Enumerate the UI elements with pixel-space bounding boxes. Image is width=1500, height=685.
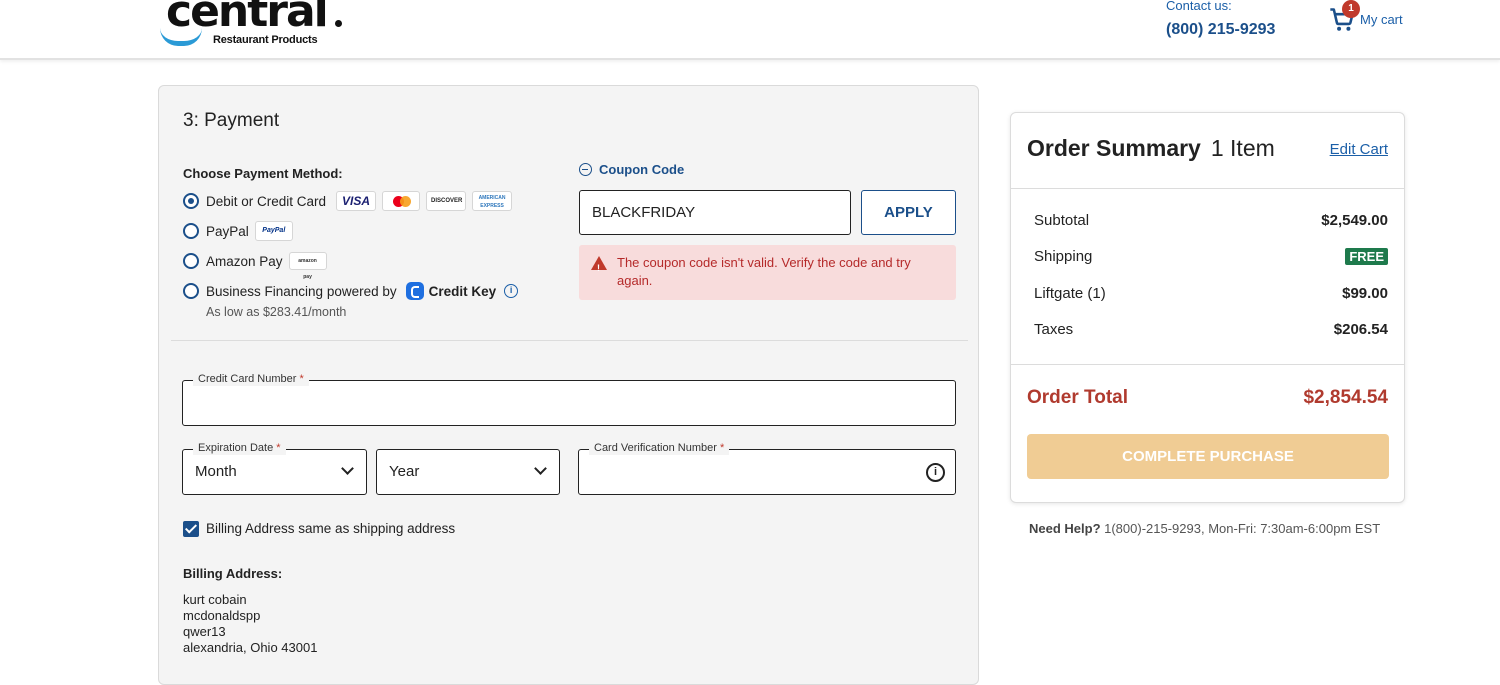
summary-divider <box>1011 188 1404 189</box>
payment-method-financing[interactable]: Business Financing powered by Credit Key… <box>183 281 519 301</box>
edit-cart-link[interactable]: Edit Cart <box>1330 141 1388 158</box>
coupon-code-input[interactable] <box>579 190 851 235</box>
central-logo[interactable]: central Restaurant Products <box>160 0 345 50</box>
summary-row-value: $99.00 <box>1342 285 1388 302</box>
chevron-down-icon <box>534 462 547 475</box>
card-verification-number-field[interactable]: Card Verification Number * i <box>578 441 956 495</box>
summary-row-label: Shipping <box>1034 248 1093 265</box>
site-header: central Restaurant Products Contact us: … <box>0 0 1500 60</box>
my-cart-button[interactable]: 1 My cart <box>1328 0 1418 38</box>
payment-method-heading: Choose Payment Method: <box>183 166 343 181</box>
apply-coupon-button[interactable]: APPLY <box>861 190 956 235</box>
payment-method-label: Amazon Pay <box>206 253 283 269</box>
logo-swoosh <box>160 28 202 46</box>
billing-address-line: qwer13 <box>183 624 226 639</box>
payment-step-title: 3: Payment <box>183 110 280 131</box>
summary-row-liftgate: Liftgate (1) $99.00 <box>1034 285 1388 305</box>
summary-divider <box>1011 364 1404 365</box>
credit-key-logo-icon <box>405 282 424 300</box>
chevron-down-icon <box>341 462 354 475</box>
item-count: 1 Item <box>1210 135 1275 161</box>
billing-same-checkbox[interactable] <box>183 521 199 537</box>
paypal-logo-icon: PayPal <box>254 221 293 241</box>
order-total-value: $2,854.54 <box>1303 387 1388 408</box>
radio-unselected-icon[interactable] <box>183 253 199 269</box>
billing-address-line: kurt cobain <box>183 592 247 607</box>
payment-method-paypal[interactable]: PayPal PayPal <box>183 221 293 241</box>
payment-method-label: Debit or Credit Card <box>206 193 327 209</box>
radio-unselected-icon[interactable] <box>183 283 199 299</box>
radio-selected-icon[interactable] <box>183 193 199 209</box>
credit-card-number-field[interactable]: Credit Card Number * <box>182 372 956 426</box>
coupon-error-message: ! The coupon code isn't valid. Verify th… <box>579 245 956 300</box>
summary-row-value: $206.54 <box>1333 321 1388 338</box>
visa-logo-icon: VISA <box>336 191 377 211</box>
billing-address-line: mcdonaldspp <box>183 608 261 623</box>
payment-method-label: PayPal <box>206 223 249 239</box>
coupon-error-text: The coupon code isn't valid. Verify the … <box>617 255 911 288</box>
coupon-toggle-label: Coupon Code <box>599 162 685 177</box>
need-help-contact: 1(800)-215-9293, Mon-Fri: 7:30am-6:00pm … <box>1100 521 1381 536</box>
summary-row-label: Liftgate (1) <box>1034 285 1106 302</box>
summary-row-subtotal: Subtotal $2,549.00 <box>1034 212 1388 232</box>
summary-row-taxes: Taxes $206.54 <box>1034 321 1388 341</box>
contact-phone-link[interactable]: (800) 215-9293 <box>1166 21 1275 39</box>
payment-panel: 3: Payment Choose Payment Method: Debit … <box>158 85 979 685</box>
info-icon[interactable]: i <box>504 284 519 298</box>
section-divider <box>171 340 968 341</box>
cart-count-badge: 1 <box>1342 0 1360 18</box>
summary-row-label: Taxes <box>1034 321 1074 338</box>
order-summary-title: Order Summary 1 Item <box>1027 135 1275 161</box>
coupon-code-toggle[interactable]: Coupon Code <box>579 162 684 177</box>
credit-key-name: Credit Key <box>428 283 497 299</box>
summary-row-label: Subtotal <box>1034 212 1090 229</box>
contact-block: Contact us: (800) 215-9293 <box>1166 0 1275 39</box>
payment-method-amazon[interactable]: Amazon Pay amazon pay <box>183 251 327 280</box>
logo-subtitle: Restaurant Products <box>213 34 318 46</box>
collapse-minus-icon <box>579 163 592 176</box>
billing-address-heading: Billing Address: <box>183 566 283 581</box>
field-label: Credit Card Number * <box>193 372 309 386</box>
info-icon[interactable]: i <box>926 463 945 482</box>
complete-purchase-button[interactable]: COMPLETE PURCHASE <box>1027 434 1389 479</box>
radio-unselected-icon[interactable] <box>183 223 199 239</box>
expiration-month-select[interactable]: Expiration Date * Month <box>182 441 367 495</box>
cart-label: My cart <box>1360 12 1403 27</box>
summary-row-shipping: Shipping FREE <box>1034 248 1388 268</box>
need-help-text: Need Help? 1(800)-215-9293, Mon-Fri: 7:3… <box>1029 521 1380 536</box>
logo-dot <box>335 20 342 27</box>
billing-address-line: alexandria, Ohio 43001 <box>183 640 318 655</box>
amazon-pay-logo-icon: amazon pay <box>288 252 327 280</box>
year-select-value: Year <box>389 463 420 480</box>
financing-note: As low as $283.41/month <box>206 305 347 319</box>
order-summary-panel: Order Summary 1 Item Edit Cart Subtotal $… <box>1010 112 1405 503</box>
discover-logo-icon: DISCOVER <box>426 191 467 211</box>
amex-logo-icon: AMERICAN EXPRESS <box>472 191 513 211</box>
month-select-value: Month <box>195 463 237 480</box>
payment-method-label: Business Financing powered by <box>206 283 397 299</box>
field-label: Card Verification Number * <box>589 441 730 455</box>
field-label: Expiration Date * <box>193 441 286 455</box>
payment-method-card[interactable]: Debit or Credit Card VISA DISCOVER AMERI… <box>183 191 513 211</box>
warning-icon: ! <box>591 256 607 273</box>
need-help-label: Need Help? <box>1029 521 1101 536</box>
billing-same-label[interactable]: Billing Address same as shipping address <box>206 521 455 536</box>
mastercard-logo-icon <box>382 191 421 211</box>
free-shipping-badge: FREE <box>1345 248 1388 265</box>
contact-label: Contact us: <box>1166 0 1232 13</box>
expiration-year-select[interactable]: Year <box>376 449 560 495</box>
summary-row-value: $2,549.00 <box>1321 212 1388 229</box>
order-total-label: Order Total <box>1027 387 1128 408</box>
